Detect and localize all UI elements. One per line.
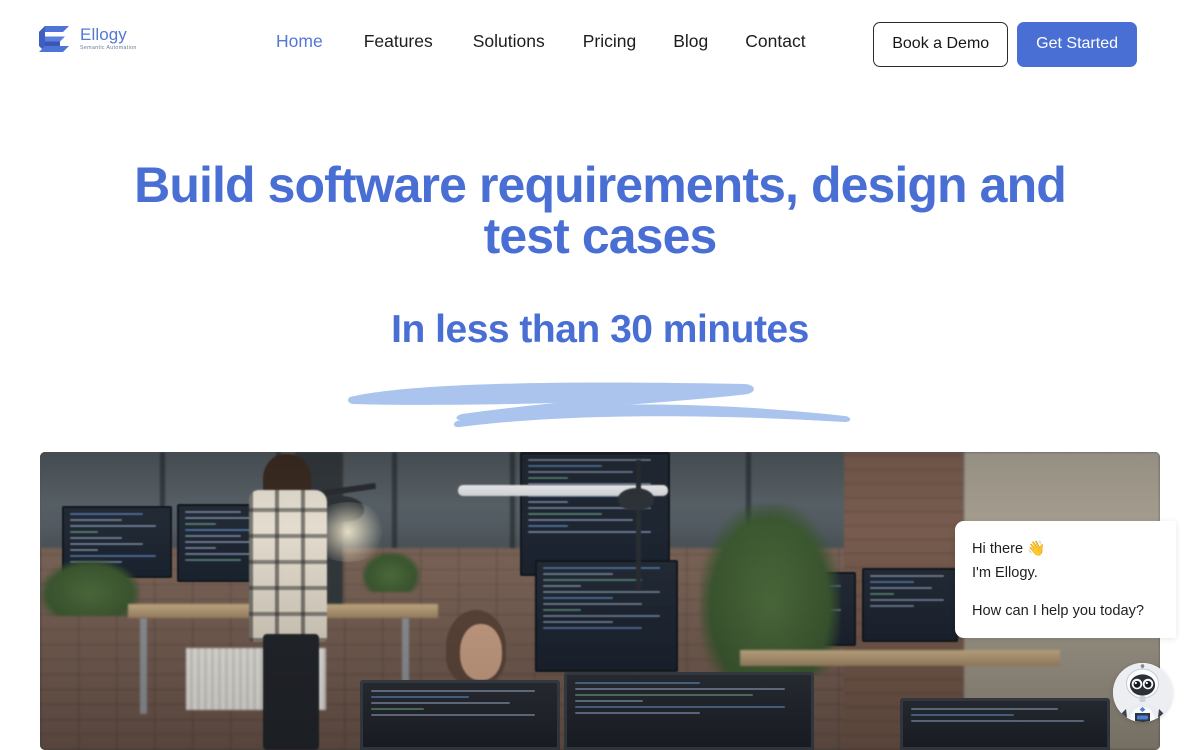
chat-greeting-bubble[interactable]: Hi there 👋 I'm Ellogy. How can I help yo…	[955, 521, 1176, 639]
brand-logo-link[interactable]: Ellogy Semantic Automation	[33, 19, 137, 59]
ellogy-e-logo-icon	[39, 26, 69, 52]
get-started-button[interactable]: Get Started	[1017, 22, 1137, 67]
book-a-demo-button[interactable]: Book a Demo	[873, 22, 1009, 67]
nav-item-blog[interactable]: Blog	[673, 31, 708, 52]
main-navigation: Home Features Solutions Pricing Blog Con…	[276, 31, 806, 52]
hero-headline: Build software requirements, design and …	[134, 157, 1067, 264]
brand-tagline: Semantic Automation	[80, 45, 137, 52]
chat-greeting-line-2: I'm Ellogy.	[972, 565, 1038, 582]
chat-launcher-button[interactable]	[1113, 663, 1172, 722]
hero-subheadline: In less than 30 minutes	[391, 308, 809, 351]
brand-text: Ellogy Semantic Automation	[80, 26, 137, 51]
nav-item-contact[interactable]: Contact	[745, 31, 805, 52]
chat-spacer	[972, 585, 1161, 599]
chat-greeting-line-1: Hi there 👋	[972, 541, 1046, 557]
chat-prompt-line: How can I help you today?	[972, 603, 1144, 620]
nav-item-solutions[interactable]: Solutions	[473, 31, 545, 52]
brand-name: Ellogy	[80, 25, 127, 45]
nav-item-features[interactable]: Features	[364, 31, 433, 52]
hand-drawn-swoosh-underline-icon	[348, 382, 851, 428]
nav-item-home[interactable]: Home	[276, 31, 323, 52]
nav-item-pricing[interactable]: Pricing	[583, 31, 637, 52]
robot-assistant-avatar-icon	[1113, 663, 1172, 722]
landing-page: Ellogy Semantic Automation Home Features…	[0, 0, 1200, 750]
header-actions: Book a Demo Get Started	[873, 22, 1137, 67]
site-header: Ellogy Semantic Automation Home Features…	[0, 0, 1200, 88]
